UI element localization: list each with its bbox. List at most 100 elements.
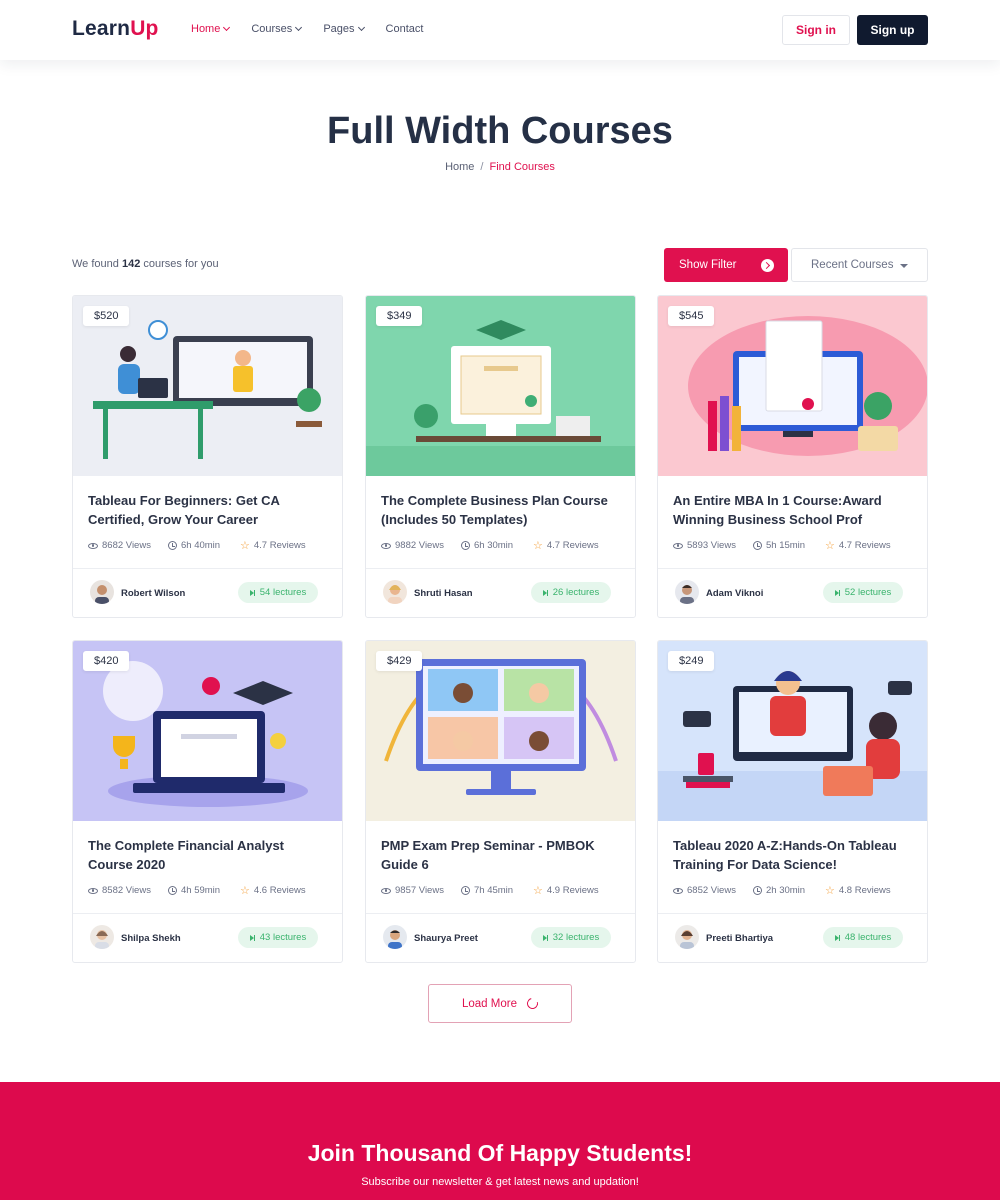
lectures-badge[interactable]: 43 lectures — [238, 927, 318, 948]
nav-item-pages[interactable]: Pages — [323, 23, 365, 35]
avatar — [675, 580, 699, 604]
reviews-meta: ☆ 4.7 Reviews — [533, 540, 599, 551]
reviews-meta: ☆ 4.7 Reviews — [825, 540, 891, 551]
clock-icon — [753, 541, 762, 550]
eye-icon — [381, 887, 391, 894]
lectures-text: 26 lectures — [552, 587, 600, 598]
author-name[interactable]: Shaurya Preet — [414, 933, 478, 944]
lectures-badge[interactable]: 32 lectures — [531, 927, 611, 948]
course-title[interactable]: The Complete Business Plan Course (Inclu… — [381, 491, 621, 529]
breadcrumb: Home / Find Courses — [0, 161, 1000, 173]
price-tag: $520 — [83, 306, 130, 326]
course-card[interactable]: $545 An Entire MBA In 1 Course:Award Win… — [657, 295, 928, 618]
clock-icon — [168, 886, 177, 895]
views-text: 8582 Views — [102, 885, 151, 896]
reviews-text: 4.6 Reviews — [253, 885, 306, 896]
filter-label: Show Filter — [679, 259, 737, 271]
eye-icon — [88, 887, 98, 894]
avatar — [90, 580, 114, 604]
course-card[interactable]: $520 Tableau For Beginners: Get CA Certi… — [72, 295, 343, 618]
load-more-button[interactable]: Load More — [428, 984, 572, 1023]
course-title[interactable]: An Entire MBA In 1 Course:Award Winning … — [673, 491, 913, 529]
views-meta: 8582 Views — [88, 885, 168, 896]
lectures-text: 48 lectures — [844, 932, 892, 943]
logo-part2: Up — [130, 17, 159, 40]
avatar — [383, 580, 407, 604]
refresh-icon — [524, 995, 540, 1012]
course-card[interactable]: $420 The Complete Financial Analyst Cour… — [72, 640, 343, 963]
show-filter-button[interactable]: Show Filter — [664, 248, 788, 282]
author-name[interactable]: Shruti Hasan — [414, 588, 473, 599]
views-text: 5893 Views — [687, 540, 736, 551]
duration-meta: 6h 40min — [168, 540, 240, 551]
nav-label: Contact — [385, 23, 424, 35]
chevron-down-icon — [357, 23, 365, 32]
lectures-badge[interactable]: 52 lectures — [823, 582, 903, 603]
author-name[interactable]: Shilpa Shekh — [121, 933, 181, 944]
duration-text: 5h 15min — [766, 540, 806, 551]
nav-label: Home — [191, 23, 221, 35]
card-divider — [73, 568, 342, 569]
views-meta: 9857 Views — [381, 885, 461, 896]
course-card[interactable]: $249 Tableau 2020 A-Z:Hands-On Tableau T… — [657, 640, 928, 963]
nav-item-courses[interactable]: Courses — [251, 23, 303, 35]
lectures-badge[interactable]: 54 lectures — [238, 582, 318, 603]
breadcrumb-separator: / — [480, 161, 484, 173]
nav-item-home[interactable]: Home — [191, 23, 231, 35]
course-title[interactable]: Tableau For Beginners: Get CA Certified,… — [88, 491, 328, 529]
play-icon — [249, 589, 255, 596]
sort-dropdown[interactable]: Recent Courses — [791, 248, 928, 282]
breadcrumb-current: Find Courses — [489, 161, 555, 173]
play-icon — [542, 934, 548, 941]
author-name[interactable]: Robert Wilson — [121, 588, 185, 599]
course-title[interactable]: PMP Exam Prep Seminar - PMBOK Guide 6 — [381, 836, 621, 874]
clock-icon — [168, 541, 177, 550]
clock-icon — [461, 886, 470, 895]
avatar — [675, 925, 699, 949]
newsletter-subtitle: Subscribe our newsletter & get latest ne… — [361, 1176, 639, 1188]
sign-in-button[interactable]: Sign in — [782, 15, 850, 45]
logo[interactable]: LearnUp — [72, 17, 159, 41]
chevron-down-icon — [223, 23, 231, 32]
duration-meta: 7h 45min — [461, 885, 533, 896]
site-header: LearnUp Home Courses Pages Contact Sign … — [0, 0, 1000, 60]
clock-icon — [461, 541, 470, 550]
star-icon: ☆ — [240, 539, 250, 552]
duration-text: 2h 30min — [766, 885, 806, 896]
nav-item-contact[interactable]: Contact — [386, 23, 424, 35]
lectures-text: 43 lectures — [259, 932, 307, 943]
results-suffix: courses for you — [143, 258, 219, 270]
star-icon: ☆ — [825, 884, 835, 897]
course-title[interactable]: The Complete Financial Analyst Course 20… — [88, 836, 328, 874]
course-card[interactable]: $349 The Complete Business Plan Course (… — [365, 295, 636, 618]
results-prefix: We found — [72, 258, 119, 270]
page-title: Full Width Courses — [327, 110, 673, 152]
course-meta: 5893 Views 5h 15min ☆ 4.7 Reviews — [673, 540, 918, 551]
duration-text: 6h 30min — [474, 540, 514, 551]
lectures-badge[interactable]: 26 lectures — [531, 582, 611, 603]
course-card[interactable]: $429 PMP Exam Prep Seminar - PMBOK Guide… — [365, 640, 636, 963]
views-text: 9857 Views — [395, 885, 444, 896]
duration-text: 4h 59min — [181, 885, 221, 896]
play-icon — [834, 934, 840, 941]
star-icon: ☆ — [533, 884, 543, 897]
lectures-text: 54 lectures — [259, 587, 307, 598]
reviews-text: 4.7 Reviews — [253, 540, 306, 551]
lectures-text: 32 lectures — [552, 932, 600, 943]
avatar — [90, 925, 114, 949]
lectures-badge[interactable]: 48 lectures — [823, 927, 903, 948]
sign-up-button[interactable]: Sign up — [857, 15, 928, 45]
load-more-label: Load More — [462, 997, 517, 1010]
chevron-down-icon — [295, 23, 303, 32]
play-icon — [834, 589, 840, 596]
author-name[interactable]: Preeti Bhartiya — [706, 933, 773, 944]
course-meta: 6852 Views 2h 30min ☆ 4.8 Reviews — [673, 885, 918, 896]
reviews-meta: ☆ 4.6 Reviews — [240, 885, 306, 896]
price-tag: $545 — [668, 306, 715, 326]
eye-icon — [673, 542, 683, 549]
card-divider — [658, 913, 927, 914]
breadcrumb-home[interactable]: Home — [445, 161, 474, 173]
views-text: 8682 Views — [102, 540, 151, 551]
author-name[interactable]: Adam Viknoi — [706, 588, 763, 599]
course-title[interactable]: Tableau 2020 A-Z:Hands-On Tableau Traini… — [673, 836, 913, 874]
